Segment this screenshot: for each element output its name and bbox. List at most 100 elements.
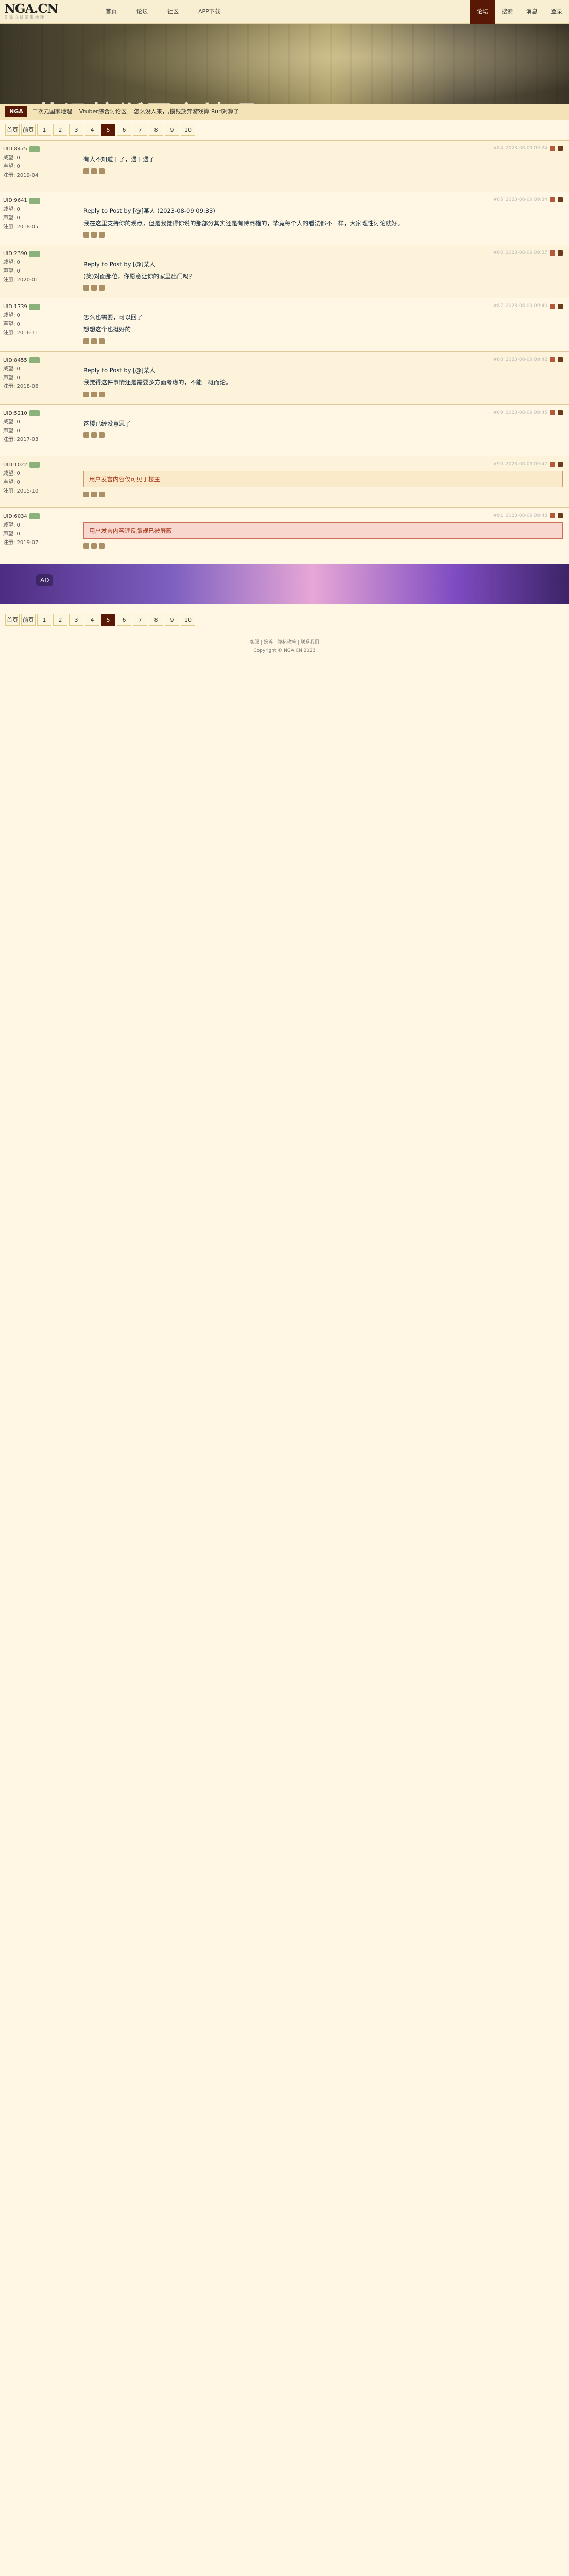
more-icon[interactable]	[558, 303, 563, 309]
pager-item[interactable]: 10	[181, 613, 195, 626]
pager-item[interactable]: 首页	[5, 613, 20, 626]
pager-item[interactable]: 9	[165, 613, 179, 626]
pager-item[interactable]: 2	[53, 124, 67, 136]
pager-item[interactable]: 3	[69, 613, 83, 626]
dislike-icon[interactable]	[91, 168, 97, 174]
share-icon[interactable]	[99, 168, 105, 174]
post-floor[interactable]: #87	[493, 302, 503, 310]
share-icon[interactable]	[99, 338, 105, 344]
pager-item[interactable]: 4	[85, 124, 99, 136]
reply-icon[interactable]	[550, 303, 555, 309]
author-uid[interactable]: UID:8475	[3, 145, 27, 154]
dislike-icon[interactable]	[91, 232, 97, 238]
share-icon[interactable]	[99, 285, 105, 291]
reply-icon[interactable]	[550, 146, 555, 151]
dislike-icon[interactable]	[91, 285, 97, 291]
dislike-icon[interactable]	[91, 338, 97, 344]
pager-item[interactable]: 5	[101, 124, 115, 136]
reply-icon[interactable]	[550, 461, 555, 467]
author-uid[interactable]: UID:9641	[3, 196, 27, 205]
author-uid[interactable]: UID:8455	[3, 356, 27, 365]
more-icon[interactable]	[558, 513, 563, 518]
like-icon[interactable]	[83, 285, 89, 291]
author-badge	[29, 303, 40, 310]
author-register-date: 注册: 2018-05	[3, 224, 39, 230]
nav-right-forum[interactable]: 论坛	[470, 0, 495, 24]
subforum-link-1[interactable]: 二次元国家地理	[30, 106, 74, 117]
post-floor[interactable]: #85	[493, 196, 503, 204]
pager-item[interactable]: 2	[53, 613, 67, 626]
more-icon[interactable]	[558, 410, 563, 415]
pager-item[interactable]: 5	[101, 613, 115, 626]
nav-right-login[interactable]: 登录	[544, 0, 569, 24]
like-icon[interactable]	[83, 543, 89, 549]
post-floor[interactable]: #84	[493, 145, 503, 152]
pager-item[interactable]: 1	[37, 124, 51, 136]
more-icon[interactable]	[558, 357, 563, 362]
author-uid-row: UID:8475	[3, 145, 74, 154]
pager-item[interactable]: 7	[133, 613, 147, 626]
subforum-link-2[interactable]: Vtuber综合讨论区	[77, 106, 129, 117]
reply-header[interactable]: Reply to Post by [@]某人	[83, 366, 563, 375]
like-icon[interactable]	[83, 492, 89, 498]
dislike-icon[interactable]	[91, 432, 97, 438]
pager-item[interactable]: 6	[117, 124, 131, 136]
share-icon[interactable]	[99, 543, 105, 549]
like-icon[interactable]	[83, 168, 89, 174]
more-icon[interactable]	[558, 250, 563, 256]
more-icon[interactable]	[558, 461, 563, 467]
pager-item[interactable]: 3	[69, 124, 83, 136]
reply-icon[interactable]	[550, 357, 555, 362]
author-uid[interactable]: UID:1739	[3, 302, 27, 311]
forum-home-tag[interactable]: NGA	[5, 106, 27, 117]
pager-item[interactable]: 4	[85, 613, 99, 626]
nav-link-community[interactable]: 社区	[158, 0, 188, 24]
post-floor[interactable]: #86	[493, 249, 503, 257]
share-icon[interactable]	[99, 492, 105, 498]
ad-banner[interactable]: AD	[0, 564, 569, 604]
reply-icon[interactable]	[550, 410, 555, 415]
author-uid[interactable]: UID:2390	[3, 249, 27, 258]
more-icon[interactable]	[558, 146, 563, 151]
post-floor[interactable]: #91	[493, 512, 503, 519]
more-icon[interactable]	[558, 197, 563, 203]
post-floor[interactable]: #90	[493, 461, 503, 468]
share-icon[interactable]	[99, 432, 105, 438]
pager-item[interactable]: 7	[133, 124, 147, 136]
post-floor[interactable]: #88	[493, 356, 503, 363]
pager-item[interactable]: 首页	[5, 124, 20, 136]
reply-icon[interactable]	[550, 250, 555, 256]
share-icon[interactable]	[99, 391, 105, 397]
pager-item[interactable]: 6	[117, 613, 131, 626]
pager-item[interactable]: 8	[149, 124, 163, 136]
nav-link-forum[interactable]: 论坛	[127, 0, 158, 24]
share-icon[interactable]	[99, 232, 105, 238]
nav-link-home[interactable]: 首页	[96, 0, 127, 24]
dislike-icon[interactable]	[91, 543, 97, 549]
pager-item[interactable]: 8	[149, 613, 163, 626]
reply-icon[interactable]	[550, 197, 555, 203]
pager-item[interactable]: 前页	[21, 613, 36, 626]
like-icon[interactable]	[83, 232, 89, 238]
reply-header[interactable]: Reply to Post by [@]某人 (2023-08-09 09:33…	[83, 206, 563, 215]
pager-item[interactable]: 10	[181, 124, 195, 136]
reply-icon[interactable]	[550, 513, 555, 518]
like-icon[interactable]	[83, 391, 89, 397]
subforum-link-3[interactable]: 怎么没人来，,攒钱放弃游戏算 Ruri对算了	[132, 106, 242, 117]
nav-right-search[interactable]: 搜索	[495, 0, 520, 24]
pager-item[interactable]: 前页	[21, 124, 36, 136]
pager-item[interactable]: 1	[37, 613, 51, 626]
post-floor[interactable]: #89	[493, 409, 503, 416]
author-uid[interactable]: UID:1022	[3, 461, 27, 469]
like-icon[interactable]	[83, 432, 89, 438]
author-uid[interactable]: UID:6034	[3, 512, 27, 521]
site-logo[interactable]: NGA.CN 艾泽拉斯国家地理	[0, 0, 93, 24]
reply-header[interactable]: Reply to Post by [@]某人	[83, 260, 563, 269]
pager-item[interactable]: 9	[165, 124, 179, 136]
like-icon[interactable]	[83, 338, 89, 344]
nav-right-messages[interactable]: 消息	[520, 0, 544, 24]
dislike-icon[interactable]	[91, 391, 97, 397]
dislike-icon[interactable]	[91, 492, 97, 498]
author-uid[interactable]: UID:5210	[3, 409, 27, 418]
nav-link-app[interactable]: APP下载	[188, 0, 230, 24]
